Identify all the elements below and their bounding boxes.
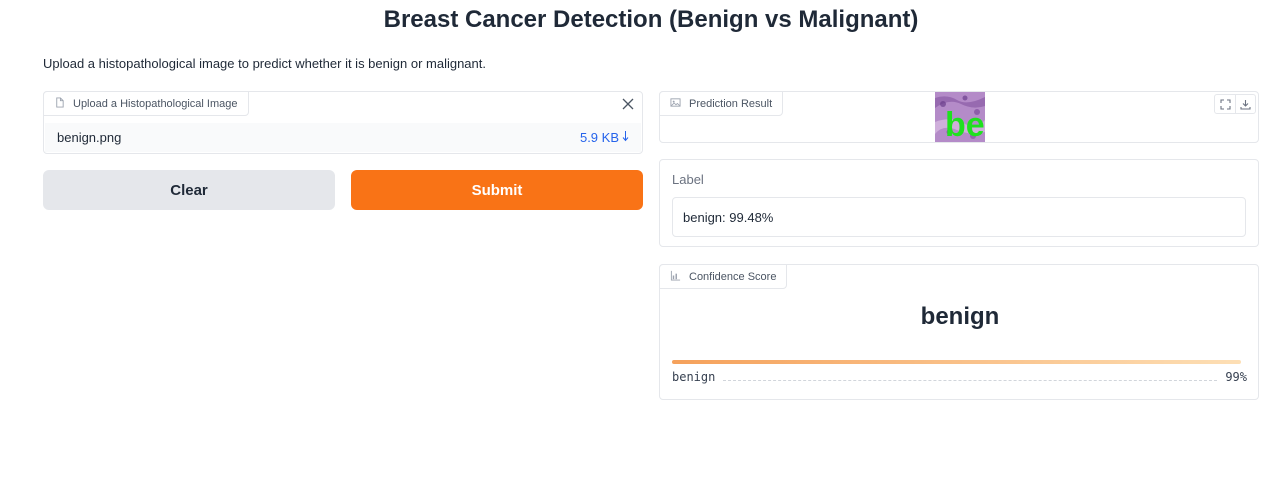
prediction-image[interactable]: be xyxy=(935,92,985,142)
file-size: 5.9 KB xyxy=(579,130,619,145)
clear-button[interactable]: Clear xyxy=(43,170,335,210)
confidence-label-tag: Confidence Score xyxy=(659,264,788,289)
page-description: Upload a histopathological image to pred… xyxy=(43,56,486,71)
confidence-row: benign 99% xyxy=(672,370,1247,384)
page-title: Breast Cancer Detection (Benign vs Malig… xyxy=(383,6,919,33)
confidence-dots xyxy=(723,373,1218,381)
prediction-label: Prediction Result xyxy=(689,97,773,110)
prediction-label-tag: Prediction Result xyxy=(659,91,784,116)
download-icon[interactable] xyxy=(1235,95,1255,113)
download-arrow-icon xyxy=(622,130,629,145)
upload-label: Upload a Histopathological Image xyxy=(73,97,238,110)
upload-panel[interactable]: Upload a Histopathological Image benign.… xyxy=(43,91,643,154)
confidence-panel: Confidence Score benign benign 99% xyxy=(659,264,1259,400)
prediction-result-panel: Prediction Result be xyxy=(659,91,1259,143)
label-output-field[interactable]: benign: 99.48% xyxy=(672,197,1246,237)
file-row[interactable]: benign.png 5.9 KB xyxy=(45,123,641,152)
image-icon xyxy=(670,97,681,111)
confidence-class-name: benign xyxy=(672,370,716,384)
confidence-percent: 99% xyxy=(1225,370,1247,384)
close-icon[interactable] xyxy=(618,94,638,114)
top-class: benign xyxy=(920,303,1000,330)
bar-chart-icon xyxy=(670,270,681,284)
file-size-download[interactable]: 5.9 KB xyxy=(580,130,629,145)
confidence-label: Confidence Score xyxy=(689,270,777,283)
file-name: benign.png xyxy=(57,130,122,145)
file-icon xyxy=(54,96,65,111)
upload-label-tag: Upload a Histopathological Image xyxy=(43,91,249,116)
prediction-overlay-text: be xyxy=(945,106,985,142)
label-output-panel: Label benign: 99.48% xyxy=(659,159,1259,247)
fullscreen-icon[interactable] xyxy=(1215,95,1235,113)
image-toolbar xyxy=(1214,94,1256,114)
confidence-bar xyxy=(672,360,1242,364)
submit-button[interactable]: Submit xyxy=(351,170,643,210)
label-heading: Label xyxy=(672,172,704,187)
